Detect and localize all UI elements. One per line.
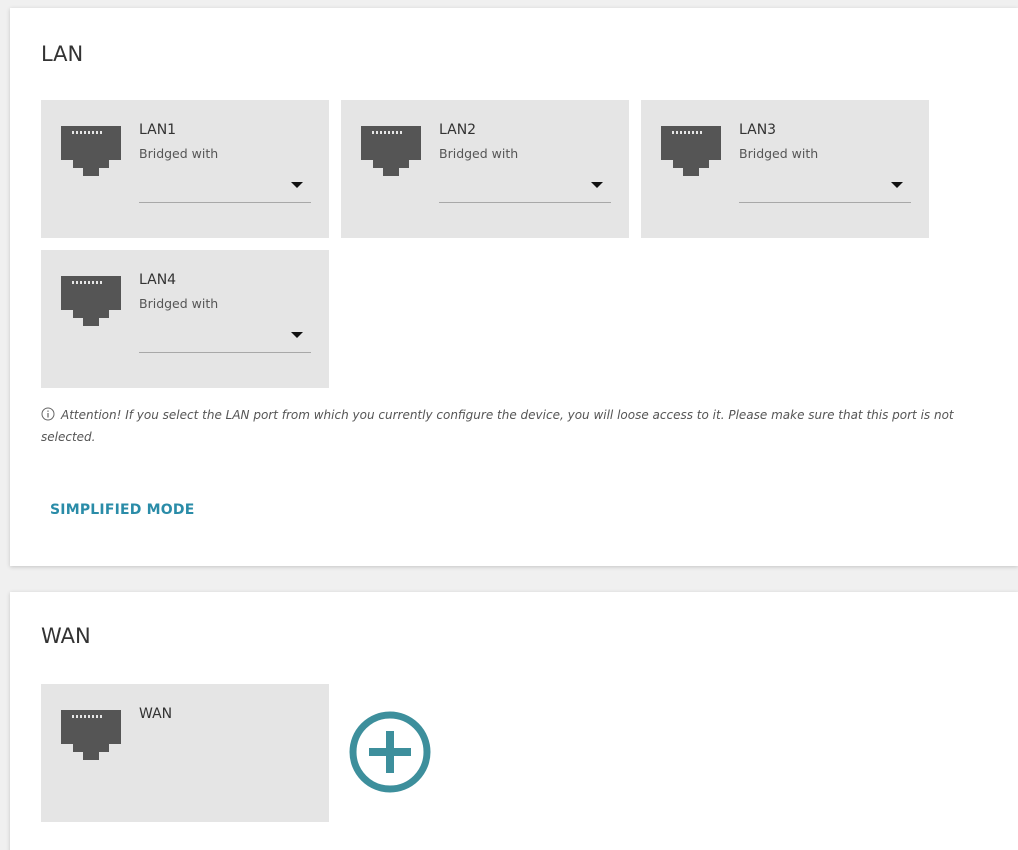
caret-down-icon [891,182,903,188]
add-circle-icon [349,711,431,793]
lan1-bridged-label: Bridged with [139,146,219,161]
lan4-name: LAN4 [139,272,177,288]
wan-port-name: WAN [139,706,173,722]
lan1-port-tile: LAN1 Bridged with [41,100,329,238]
lan-section: LAN LAN1 Bridged with LAN2 Bridged with [10,8,1018,566]
lan2-port-tile: LAN2 Bridged with [341,100,629,238]
ethernet-port-icon [61,710,121,760]
add-wan-button[interactable] [348,710,432,794]
caret-down-icon [291,332,303,338]
ethernet-port-icon [361,126,421,176]
lan2-bridged-label: Bridged with [439,146,519,161]
ethernet-port-icon [61,276,121,326]
ethernet-port-icon [61,126,121,176]
lan4-bridged-select[interactable] [139,320,311,353]
simplified-mode-link[interactable]: SIMPLIFIED MODE [50,502,194,518]
lan1-name: LAN1 [139,122,177,138]
info-icon [41,407,55,421]
lan1-bridged-select[interactable] [139,170,311,203]
caret-down-icon [591,182,603,188]
wan-port-tile[interactable]: WAN [41,684,329,822]
lan3-bridged-select[interactable] [739,170,911,203]
attention-text: Attention! If you select the LAN port fr… [41,408,954,444]
lan3-bridged-label: Bridged with [739,146,819,161]
page: LAN LAN1 Bridged with LAN2 Bridged with [0,0,1018,850]
wan-section: WAN WAN [10,592,1018,850]
lan2-bridged-select[interactable] [439,170,611,203]
lan2-name: LAN2 [439,122,477,138]
wan-section-title: WAN [41,624,91,648]
caret-down-icon [291,182,303,188]
ethernet-port-icon [661,126,721,176]
lan-section-title: LAN [41,42,84,66]
lan4-bridged-label: Bridged with [139,296,219,311]
lan3-port-tile: LAN3 Bridged with [641,100,929,238]
attention-note: Attention! If you select the LAN port fr… [41,404,1001,448]
lan4-port-tile: LAN4 Bridged with [41,250,329,388]
lan3-name: LAN3 [739,122,777,138]
